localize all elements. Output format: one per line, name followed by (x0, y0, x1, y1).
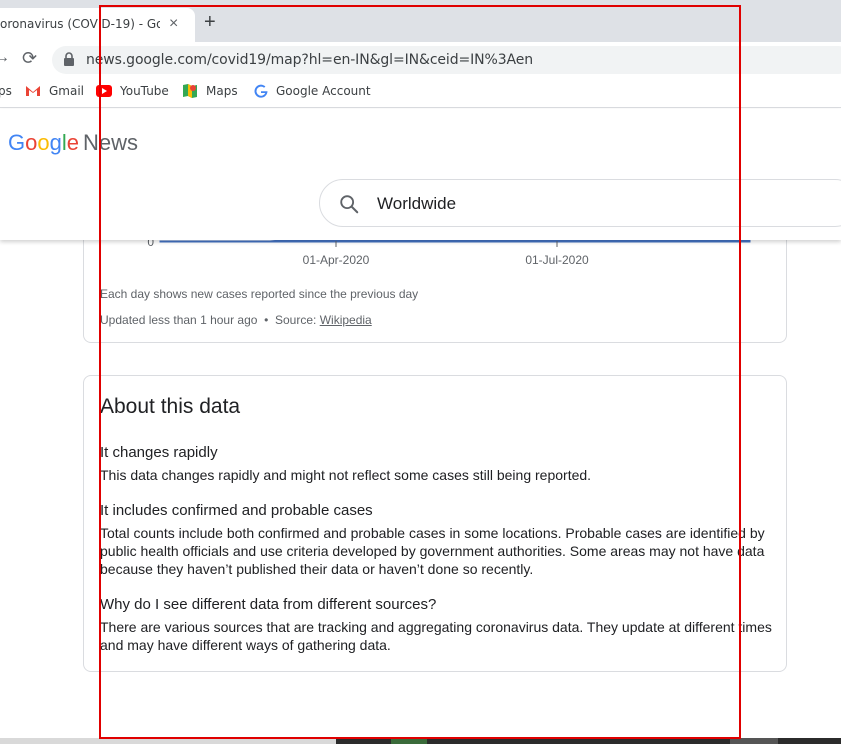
lock-icon (64, 52, 74, 66)
youtube-icon (96, 85, 112, 97)
tab-strip: oronavirus (COVID-19) - Google × + (0, 0, 841, 42)
location-search-box[interactable]: Worldwide (319, 179, 841, 227)
answer-1: This data changes rapidly and might not … (100, 467, 592, 483)
taskbar-app-icon-2[interactable] (730, 738, 778, 744)
address-bar[interactable]: news.google.com/covid19/map?hl=en-IN&gl=… (52, 46, 841, 74)
answer-2: Total counts include both confirmed and … (100, 525, 765, 577)
logo-google-text: Google (8, 130, 79, 155)
logo-letter: o (37, 130, 50, 155)
taskbar-app-icon[interactable] (391, 738, 427, 744)
about-title: About this data (100, 395, 241, 418)
search-icon[interactable] (338, 193, 360, 215)
browser-tab[interactable]: oronavirus (COVID-19) - Google × (0, 8, 195, 42)
maps-icon (183, 84, 197, 98)
bookmarks-bar: ps Gmail YouTube Maps Google Account (0, 78, 841, 108)
gmail-icon (26, 86, 40, 96)
reload-icon[interactable]: ⟳ (22, 48, 37, 69)
google-icon (254, 84, 268, 98)
x-tick-label-jul: 01-Jul-2020 (525, 253, 589, 267)
close-icon[interactable]: × (169, 16, 178, 32)
separator-dot: • (264, 313, 269, 327)
logo-letter: g (49, 130, 62, 155)
search-input[interactable]: Worldwide (377, 194, 456, 214)
google-news-header: Google News Worldwide (0, 109, 841, 240)
bookmark-maps[interactable]: Maps (206, 84, 238, 98)
wikipedia-link[interactable]: Wikipedia (320, 313, 372, 327)
question-2: It includes confirmed and probable cases (100, 502, 373, 519)
tab-title: oronavirus (COVID-19) - Google (0, 17, 160, 31)
chart-note: Each day shows new cases reported since … (100, 287, 419, 301)
bookmark-apps[interactable]: ps (0, 84, 12, 98)
new-tab-icon[interactable]: + (204, 12, 216, 32)
answer-3: There are various sources that are track… (100, 619, 772, 653)
x-tick-label-apr: 01-Apr-2020 (303, 253, 370, 267)
chart-updated: Updated less than 1 hour ago • Source: W… (100, 313, 372, 327)
google-news-logo[interactable]: Google News (8, 130, 138, 156)
url-text: news.google.com/covid19/map?hl=en-IN&gl=… (86, 52, 534, 68)
screen: oronavirus (COVID-19) - Google × + → ⟳ n… (0, 0, 841, 744)
about-card: About this data It changes rapidly This … (83, 375, 787, 672)
back-arrow-icon[interactable]: → (0, 49, 10, 67)
question-1: It changes rapidly (100, 444, 218, 461)
source-label: Source: (275, 313, 317, 327)
logo-letter: o (25, 130, 38, 155)
logo-letter: G (8, 130, 26, 155)
logo-letter: e (66, 130, 80, 155)
question-3: Why do I see different data from differe… (100, 596, 437, 613)
bookmark-google-account[interactable]: Google Account (276, 84, 371, 98)
bookmark-youtube[interactable]: YouTube (120, 84, 169, 98)
logo-news-text: News (83, 130, 139, 155)
browser-toolbar: → ⟳ news.google.com/covid19/map?hl=en-IN… (0, 42, 841, 78)
bookmark-gmail[interactable]: Gmail (49, 84, 84, 98)
updated-text: Updated less than 1 hour ago (100, 313, 258, 327)
